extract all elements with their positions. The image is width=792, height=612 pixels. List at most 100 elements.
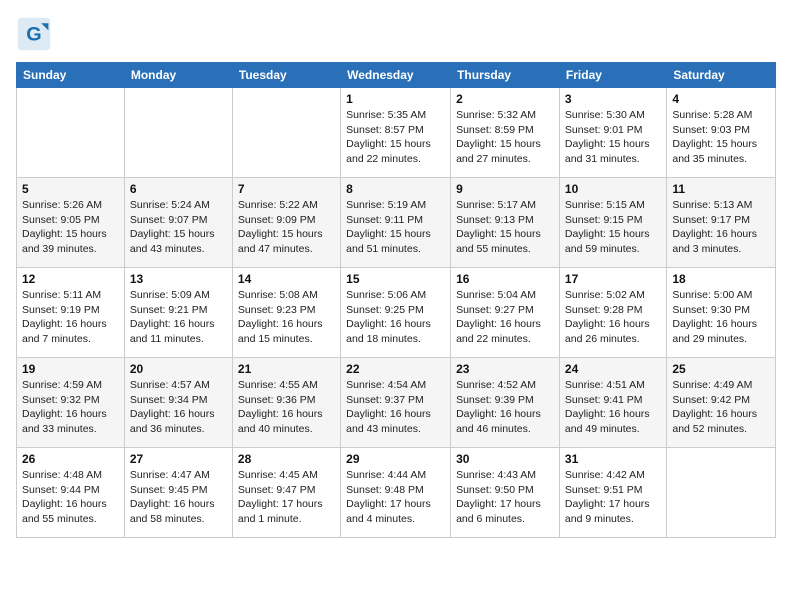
day-number: 2 [456, 92, 554, 106]
calendar-week-4: 19 Sunrise: 4:59 AM Sunset: 9:32 PM Dayli… [17, 358, 776, 448]
day-info: Sunrise: 4:44 AM Sunset: 9:48 PM Dayligh… [346, 468, 445, 527]
day-number: 14 [238, 272, 335, 286]
day-number: 9 [456, 182, 554, 196]
day-number: 28 [238, 452, 335, 466]
day-info: Sunrise: 4:43 AM Sunset: 9:50 PM Dayligh… [456, 468, 554, 527]
day-info: Sunrise: 5:02 AM Sunset: 9:28 PM Dayligh… [565, 288, 661, 347]
day-info: Sunrise: 5:11 AM Sunset: 9:19 PM Dayligh… [22, 288, 119, 347]
calendar-cell: 12 Sunrise: 5:11 AM Sunset: 9:19 PM Dayli… [17, 268, 125, 358]
day-number: 10 [565, 182, 661, 196]
day-info: Sunrise: 5:04 AM Sunset: 9:27 PM Dayligh… [456, 288, 554, 347]
day-info: Sunrise: 4:52 AM Sunset: 9:39 PM Dayligh… [456, 378, 554, 437]
calendar-cell: 26 Sunrise: 4:48 AM Sunset: 9:44 PM Dayli… [17, 448, 125, 538]
calendar-cell: 6 Sunrise: 5:24 AM Sunset: 9:07 PM Daylig… [124, 178, 232, 268]
day-info: Sunrise: 4:48 AM Sunset: 9:44 PM Dayligh… [22, 468, 119, 527]
calendar-cell: 5Sunrise: 5:26 AM Sunset: 9:05 PM Daylig… [17, 178, 125, 268]
calendar-header-wednesday: Wednesday [341, 63, 451, 88]
calendar-cell: 23 Sunrise: 4:52 AM Sunset: 9:39 PM Dayli… [451, 358, 560, 448]
calendar-cell: 17 Sunrise: 5:02 AM Sunset: 9:28 PM Dayli… [559, 268, 666, 358]
day-info: Sunrise: 5:19 AM Sunset: 9:11 PM Dayligh… [346, 198, 445, 257]
day-number: 24 [565, 362, 661, 376]
calendar-week-3: 12 Sunrise: 5:11 AM Sunset: 9:19 PM Dayli… [17, 268, 776, 358]
calendar-cell: 25Sunrise: 4:49 AM Sunset: 9:42 PM Dayli… [667, 358, 776, 448]
day-number: 27 [130, 452, 227, 466]
day-info: Sunrise: 5:13 AM Sunset: 9:17 PM Dayligh… [672, 198, 770, 257]
day-number: 17 [565, 272, 661, 286]
day-info: Sunrise: 4:55 AM Sunset: 9:36 PM Dayligh… [238, 378, 335, 437]
day-info: Sunrise: 5:22 AM Sunset: 9:09 PM Dayligh… [238, 198, 335, 257]
calendar-table: SundayMondayTuesdayWednesdayThursdayFrid… [16, 62, 776, 538]
calendar-cell: 16 Sunrise: 5:04 AM Sunset: 9:27 PM Dayli… [451, 268, 560, 358]
day-number: 15 [346, 272, 445, 286]
day-info: Sunrise: 4:51 AM Sunset: 9:41 PM Dayligh… [565, 378, 661, 437]
calendar-header-sunday: Sunday [17, 63, 125, 88]
calendar-cell: 30 Sunrise: 4:43 AM Sunset: 9:50 PM Dayli… [451, 448, 560, 538]
calendar-cell: 9Sunrise: 5:17 AM Sunset: 9:13 PM Daylig… [451, 178, 560, 268]
calendar-cell: 20Sunrise: 4:57 AM Sunset: 9:34 PM Dayli… [124, 358, 232, 448]
day-info: Sunrise: 5:32 AM Sunset: 8:59 PM Dayligh… [456, 108, 554, 167]
day-number: 26 [22, 452, 119, 466]
calendar-header-thursday: Thursday [451, 63, 560, 88]
calendar-cell: 1 Sunrise: 5:35 AM Sunset: 8:57 PM Daylig… [341, 88, 451, 178]
calendar-cell [124, 88, 232, 178]
day-info: Sunrise: 5:00 AM Sunset: 9:30 PM Dayligh… [672, 288, 770, 347]
calendar-cell: 11 Sunrise: 5:13 AM Sunset: 9:17 PM Dayli… [667, 178, 776, 268]
calendar-cell: 7 Sunrise: 5:22 AM Sunset: 9:09 PM Daylig… [232, 178, 340, 268]
calendar-header-saturday: Saturday [667, 63, 776, 88]
day-info: Sunrise: 5:30 AM Sunset: 9:01 PM Dayligh… [565, 108, 661, 167]
calendar-cell [17, 88, 125, 178]
day-info: Sunrise: 5:24 AM Sunset: 9:07 PM Dayligh… [130, 198, 227, 257]
day-number: 21 [238, 362, 335, 376]
calendar-header-friday: Friday [559, 63, 666, 88]
day-info: Sunrise: 4:57 AM Sunset: 9:34 PM Dayligh… [130, 378, 227, 437]
calendar-cell: 8Sunrise: 5:19 AM Sunset: 9:11 PM Daylig… [341, 178, 451, 268]
day-info: Sunrise: 4:49 AM Sunset: 9:42 PM Dayligh… [672, 378, 770, 437]
calendar-cell: 29 Sunrise: 4:44 AM Sunset: 9:48 PM Dayli… [341, 448, 451, 538]
calendar-cell: 18 Sunrise: 5:00 AM Sunset: 9:30 PM Dayli… [667, 268, 776, 358]
calendar-cell: 15 Sunrise: 5:06 AM Sunset: 9:25 PM Dayli… [341, 268, 451, 358]
day-info: Sunrise: 4:59 AM Sunset: 9:32 PM Dayligh… [22, 378, 119, 437]
calendar-cell: 4Sunrise: 5:28 AM Sunset: 9:03 PM Daylig… [667, 88, 776, 178]
calendar-cell: 27 Sunrise: 4:47 AM Sunset: 9:45 PM Dayli… [124, 448, 232, 538]
day-number: 23 [456, 362, 554, 376]
day-number: 1 [346, 92, 445, 106]
day-number: 3 [565, 92, 661, 106]
day-info: Sunrise: 4:47 AM Sunset: 9:45 PM Dayligh… [130, 468, 227, 527]
calendar-week-2: 5Sunrise: 5:26 AM Sunset: 9:05 PM Daylig… [17, 178, 776, 268]
logo: G [16, 16, 56, 52]
day-info: Sunrise: 4:42 AM Sunset: 9:51 PM Dayligh… [565, 468, 661, 527]
day-info: Sunrise: 5:15 AM Sunset: 9:15 PM Dayligh… [565, 198, 661, 257]
day-info: Sunrise: 5:06 AM Sunset: 9:25 PM Dayligh… [346, 288, 445, 347]
calendar-header-monday: Monday [124, 63, 232, 88]
day-info: Sunrise: 5:26 AM Sunset: 9:05 PM Dayligh… [22, 198, 119, 257]
calendar-cell: 13Sunrise: 5:09 AM Sunset: 9:21 PM Dayli… [124, 268, 232, 358]
day-info: Sunrise: 5:35 AM Sunset: 8:57 PM Dayligh… [346, 108, 445, 167]
day-number: 13 [130, 272, 227, 286]
day-number: 12 [22, 272, 119, 286]
day-number: 6 [130, 182, 227, 196]
day-number: 30 [456, 452, 554, 466]
calendar-cell: 22Sunrise: 4:54 AM Sunset: 9:37 PM Dayli… [341, 358, 451, 448]
calendar-cell: 19 Sunrise: 4:59 AM Sunset: 9:32 PM Dayli… [17, 358, 125, 448]
calendar-cell: 21 Sunrise: 4:55 AM Sunset: 9:36 PM Dayli… [232, 358, 340, 448]
calendar-cell: 24 Sunrise: 4:51 AM Sunset: 9:41 PM Dayli… [559, 358, 666, 448]
calendar-cell: 31 Sunrise: 4:42 AM Sunset: 9:51 PM Dayli… [559, 448, 666, 538]
day-number: 18 [672, 272, 770, 286]
header: G [16, 16, 776, 52]
calendar-week-5: 26 Sunrise: 4:48 AM Sunset: 9:44 PM Dayli… [17, 448, 776, 538]
day-number: 29 [346, 452, 445, 466]
svg-text:G: G [26, 23, 41, 45]
page: G SundayMondayTuesdayWednesdayThursdayFr… [0, 0, 792, 550]
calendar-cell: 14Sunrise: 5:08 AM Sunset: 9:23 PM Dayli… [232, 268, 340, 358]
calendar-cell [667, 448, 776, 538]
calendar-cell: 3 Sunrise: 5:30 AM Sunset: 9:01 PM Daylig… [559, 88, 666, 178]
day-number: 31 [565, 452, 661, 466]
day-number: 16 [456, 272, 554, 286]
day-number: 7 [238, 182, 335, 196]
day-number: 19 [22, 362, 119, 376]
day-number: 11 [672, 182, 770, 196]
calendar-cell: 10 Sunrise: 5:15 AM Sunset: 9:15 PM Dayli… [559, 178, 666, 268]
calendar-cell [232, 88, 340, 178]
day-number: 4 [672, 92, 770, 106]
calendar-cell: 28Sunrise: 4:45 AM Sunset: 9:47 PM Dayli… [232, 448, 340, 538]
